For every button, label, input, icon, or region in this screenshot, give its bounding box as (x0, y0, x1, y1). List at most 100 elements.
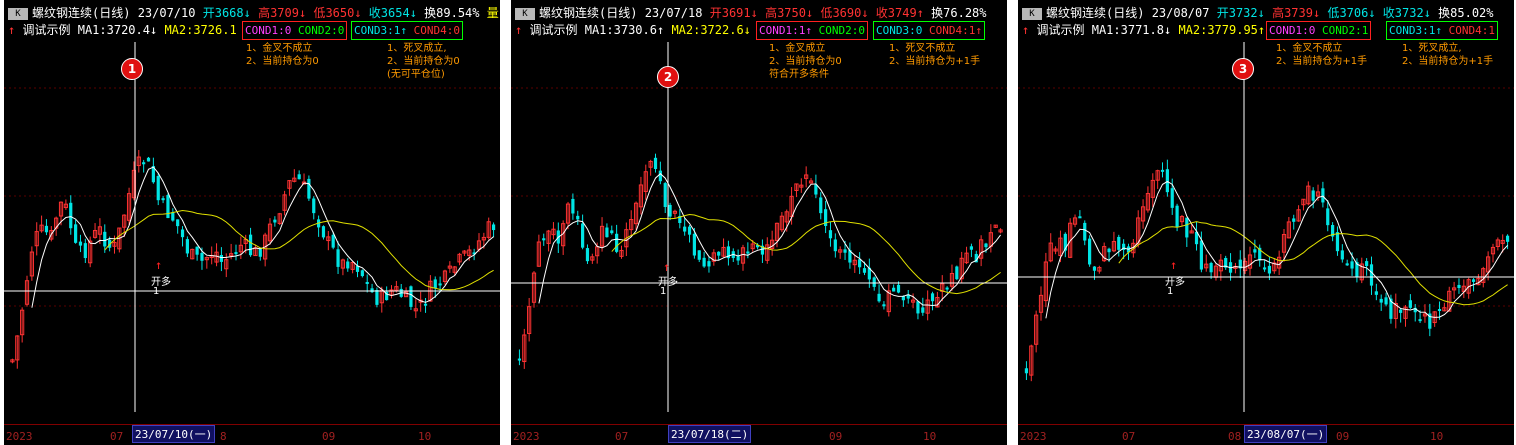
axis-tick: 8 (220, 430, 227, 443)
cond2-value: COND2:1 (1321, 24, 1369, 37)
ma1-value: MA1:3771.8↓ (1091, 23, 1172, 37)
candle-body-down (1350, 261, 1354, 269)
candle-body-down (717, 251, 721, 256)
cond12-box: COND1:0 COND2:0 (242, 21, 348, 40)
axis-year: 2023 (6, 430, 33, 443)
candle-body-down (984, 243, 988, 248)
axis-tick: 10 (418, 430, 432, 443)
axis-year: 2023 (1020, 430, 1047, 443)
axis-selected-date: 23/08/07(一) (1244, 425, 1328, 443)
candle-body-down (872, 277, 876, 287)
candle-body-down (433, 279, 437, 289)
candle-body-down (576, 215, 580, 220)
candle-body-down (862, 268, 867, 273)
cond34-box: COND3:0 COND4:1↑ (873, 21, 985, 40)
candle-body-down (610, 230, 614, 234)
low-value: 低3706↓ (1327, 6, 1376, 20)
candle-body-down (653, 157, 658, 169)
candle-body-down (74, 224, 78, 243)
k-button[interactable]: K (8, 7, 28, 20)
candle-body-down (833, 239, 837, 252)
chart-panel-1[interactable]: K 螺纹钢连续(日线) 23/07/10 开3668↓ 高3709↓ 低3650↓… (4, 0, 500, 445)
signal-arrow-icon: ↑ (1170, 258, 1178, 272)
candle-body-down (248, 234, 253, 256)
cond4-value: COND4:1 (1448, 24, 1495, 37)
candle-body-down (901, 296, 905, 301)
chart-panel-2[interactable]: K 螺纹钢连续(日线) 23/07/18 开3691↓ 高3750↓ 低3690↓… (511, 0, 1007, 445)
candle-body-down (409, 286, 413, 307)
candle-body-down (877, 293, 881, 302)
candle-body-down (692, 233, 696, 256)
candle-body-down (312, 198, 316, 214)
candle-body-down (375, 290, 379, 305)
candle-body-down (180, 229, 185, 238)
candle-body-down (1437, 309, 1442, 312)
candle-body-down (687, 226, 692, 235)
quote-row: K 螺纹钢连续(日线) 23/07/18 开3691↓ 高3750↓ 低3690↓… (515, 5, 987, 21)
note-right: 1、死叉成立, 2、当前持仓为0 (无可平仓位) (387, 43, 460, 80)
candle-body-down (1165, 169, 1169, 193)
candle-body-down (517, 358, 522, 361)
signal-arrow-icon: ↑ (663, 260, 671, 274)
chart-panel-3[interactable]: K 螺纹钢连续(日线) 23/08/07 开3732↓ 高3739↓ 低3706↓… (1018, 0, 1514, 445)
candle-body-down (581, 223, 585, 248)
candle-body-down (273, 219, 277, 223)
ma1-line (538, 173, 1001, 307)
open-value: 开3691↓ (709, 6, 758, 20)
close-value: 收3749↑ (875, 6, 924, 20)
step-badge: 2 (657, 66, 679, 88)
axis-tick: 09 (322, 430, 336, 443)
cond34-box: COND3:1↑ COND4:0 (351, 21, 463, 40)
candle-body-down (219, 254, 224, 262)
axis-selected-date: 23/07/18(二) (668, 425, 752, 443)
candle-body-down (921, 307, 925, 313)
indicator-up-arrow-icon: ↑ (515, 23, 523, 37)
axis-tick: 10 (923, 430, 937, 443)
date-label: 23/08/07 (1151, 6, 1210, 20)
candle-body-down (1326, 208, 1330, 226)
candle-body-down (142, 162, 146, 165)
candle-body-down (336, 249, 340, 267)
candle-body-down (1311, 190, 1315, 201)
k-button[interactable]: K (1022, 7, 1042, 20)
indicator-row: ↑ 调试示例 MA1:3771.8↓ MA2:3779.95↑ (1022, 22, 1265, 38)
signal-count: 1 (153, 286, 160, 297)
turnover-value: 换76.28% (931, 6, 987, 20)
axis-tick: 08 (1228, 430, 1242, 443)
quote-row: K 螺纹钢连续(日线) 23/07/10 开3668↓ 高3709↓ 低3650↓… (8, 5, 499, 21)
axis-selected-date: 23/07/10(一) (132, 425, 216, 443)
header: K 螺纹钢连续(日线) 23/07/18 开3691↓ 高3750↓ 低3690↓… (511, 0, 1007, 42)
cond4-value: COND4:0 (413, 24, 460, 37)
candle-body-down (1340, 250, 1344, 260)
close-value: 收3732↓ (1382, 6, 1431, 20)
high-value: 高3739↓ (1272, 6, 1321, 20)
signal-arrow-icon: ↑ (155, 258, 163, 272)
step-badge: 3 (1232, 58, 1254, 80)
candle-body-down (1253, 249, 1257, 253)
axis-tick: 10 (1430, 430, 1444, 443)
cond12-box: COND1:0 COND2:1 (1266, 21, 1372, 40)
candle-body-down (969, 246, 974, 250)
k-button[interactable]: K (515, 7, 535, 20)
candle-body-down (1262, 267, 1267, 270)
candle-body-down (1199, 240, 1203, 270)
indicator-up-arrow-icon: ↑ (8, 23, 16, 37)
ma2-value: MA2:3779.95↑ (1178, 23, 1266, 37)
date-label: 23/07/10 (137, 6, 196, 20)
candle-body-down (176, 219, 180, 227)
indicator-name: 调试示例 (22, 23, 71, 37)
candle-body-down (683, 226, 687, 232)
candle-body-down (161, 198, 165, 201)
axis-tick: 09 (1336, 430, 1350, 443)
candle-body-down (668, 204, 672, 217)
candle-body-down (814, 184, 818, 195)
candle-body-down (171, 212, 175, 221)
candle-body-down (370, 288, 374, 293)
candle-body-down (44, 225, 49, 233)
note-left: 1、金叉不成立 2、当前持仓为0 (246, 43, 319, 67)
candle-body-down (571, 198, 575, 214)
candle-body-down (1418, 319, 1422, 322)
candle-body-down (882, 304, 886, 307)
axis-tick: 07 (110, 430, 124, 443)
candle-body-down (1175, 205, 1179, 228)
